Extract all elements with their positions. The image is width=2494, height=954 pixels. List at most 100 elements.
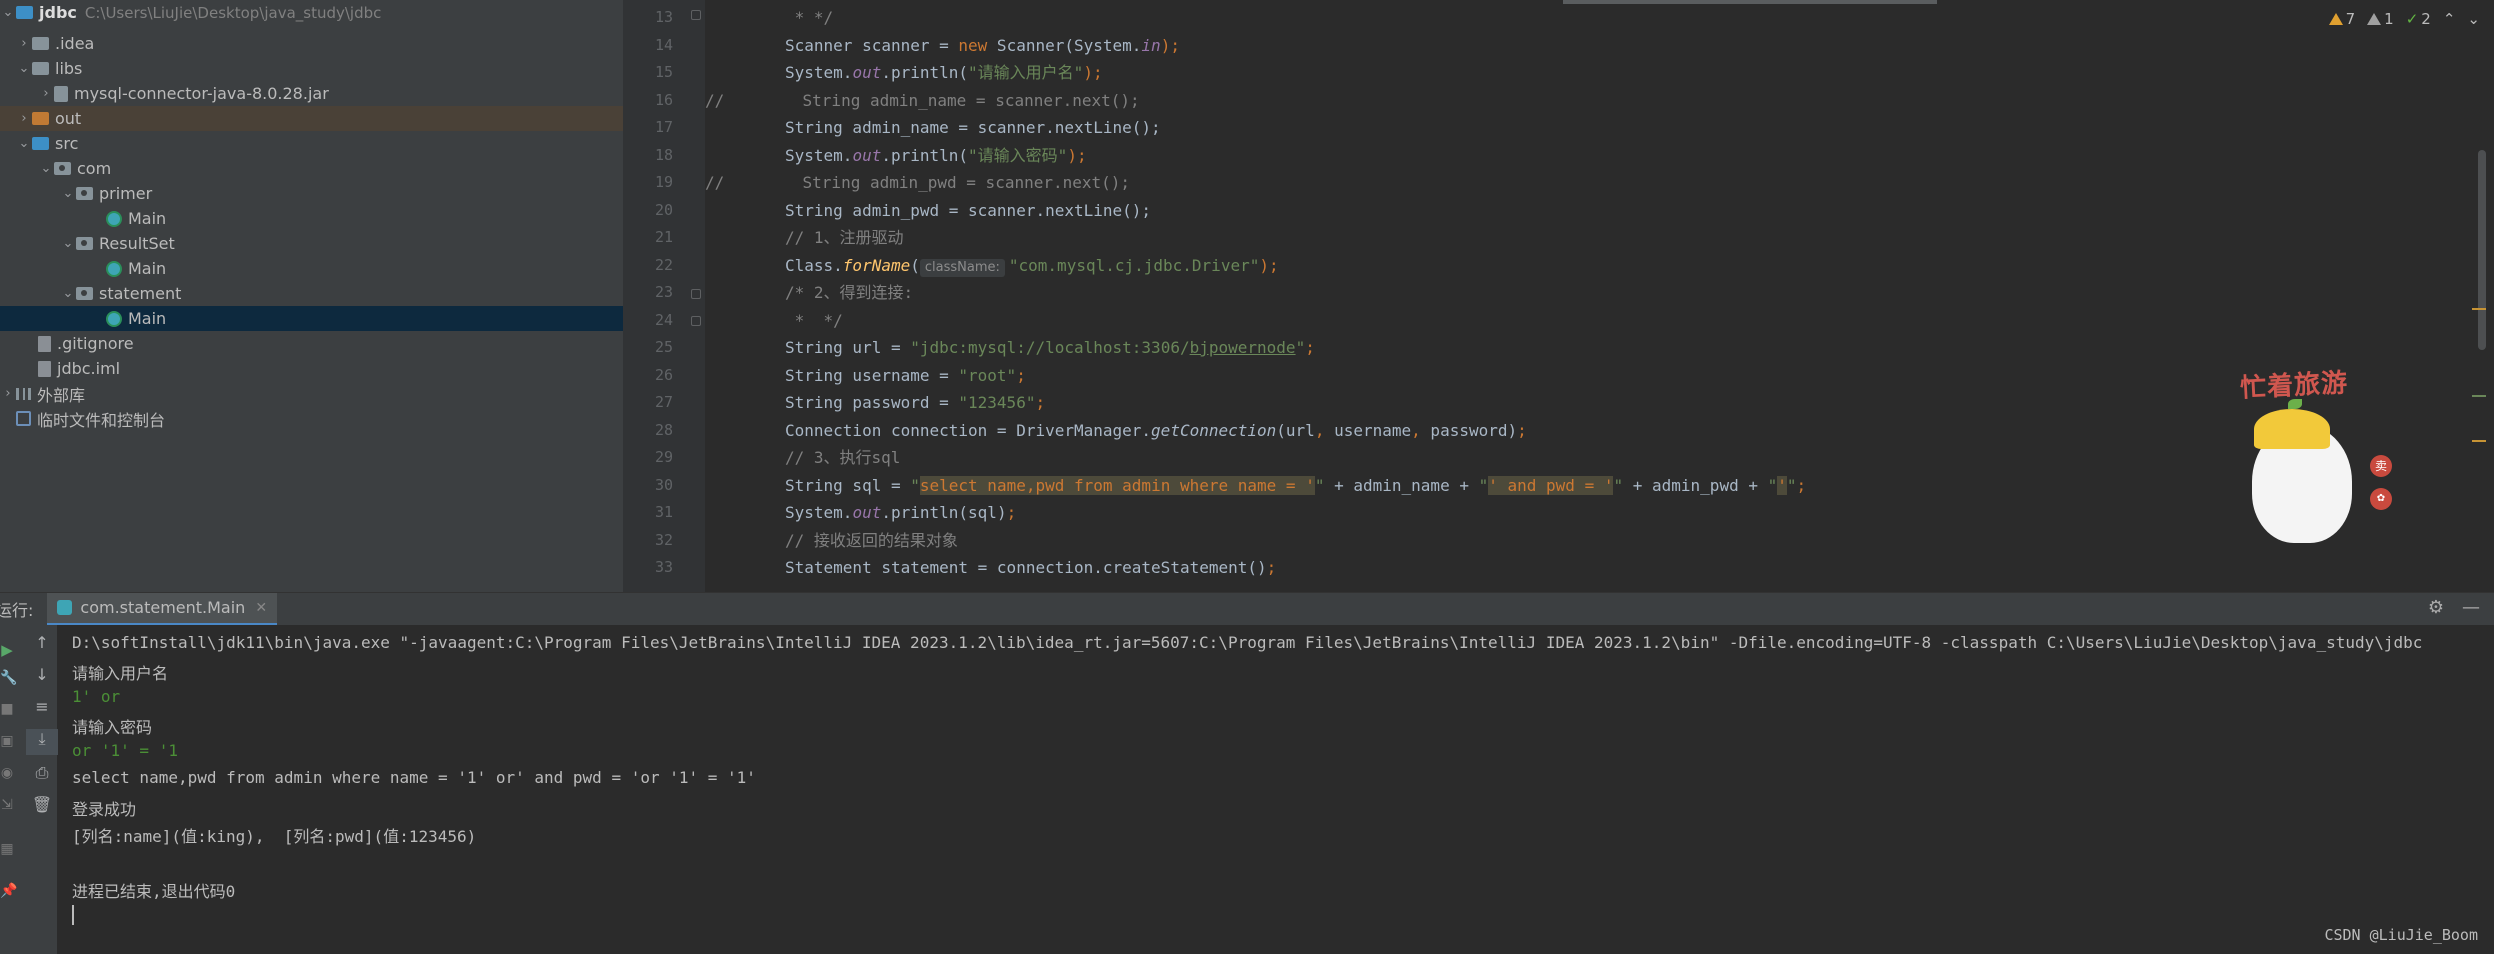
tree-item-statement-main[interactable]: Main: [0, 306, 623, 331]
vertical-scrollbar[interactable]: [2478, 150, 2486, 350]
typos-count[interactable]: ✓ 2: [2406, 10, 2431, 28]
tree-root[interactable]: ⌄ jdbc C:\Users\LiuJie\Desktop\java_stud…: [0, 0, 623, 25]
tree-item-label: 外部库: [37, 385, 86, 405]
tree-item-out[interactable]: › out: [0, 106, 623, 131]
minimize-icon[interactable]: —: [2462, 597, 2480, 618]
inspection-widget[interactable]: 7 1 ✓ 2 ⌃ ⌄: [2328, 10, 2480, 28]
tree-item-src[interactable]: ⌄ src: [0, 131, 623, 156]
code-line: // 3、执行sql: [785, 448, 901, 467]
tree-item-label: .gitignore: [57, 334, 134, 353]
line-number: 19: [654, 173, 673, 191]
tree-item-com[interactable]: ⌄ com: [0, 156, 623, 181]
pin-icon[interactable]: 📌: [0, 883, 17, 899]
debug-icon[interactable]: ▣: [0, 733, 14, 749]
chevron-down-icon[interactable]: ⌄: [0, 5, 16, 20]
scroll-to-end-icon[interactable]: ⤓: [26, 729, 58, 755]
console-output[interactable]: D:\softInstall\jdk11\bin\java.exe "-java…: [58, 625, 2494, 954]
tree-item-primer[interactable]: ⌄ primer: [0, 181, 623, 206]
horizontal-scrollbar[interactable]: [1563, 0, 1937, 4]
chevron-down-icon[interactable]: ⌄: [16, 136, 32, 151]
error-stripe-mark[interactable]: [2472, 440, 2486, 442]
chevron-right-icon[interactable]: ›: [38, 86, 54, 101]
tree-item-external-libs[interactable]: › 外部库: [0, 381, 623, 406]
library-icon: [16, 387, 31, 400]
error-stripe-mark[interactable]: [2472, 308, 2486, 310]
weak-warnings-count[interactable]: 1: [2367, 10, 2394, 28]
chevron-down-icon[interactable]: ⌄: [60, 236, 76, 251]
project-tree: ⌄ jdbc C:\Users\LiuJie\Desktop\java_stud…: [0, 0, 623, 592]
chevron-up-icon[interactable]: ⌃: [2443, 10, 2456, 28]
line-number: 22: [654, 256, 673, 274]
line-number: 17: [654, 118, 673, 136]
tree-item-label: primer: [99, 184, 153, 203]
tree-item-resultset[interactable]: ⌄ ResultSet: [0, 231, 623, 256]
chevron-right-icon[interactable]: ›: [16, 36, 32, 51]
camera-icon[interactable]: ◉: [0, 765, 14, 781]
line-number: 30: [654, 476, 673, 494]
chevron-down-icon[interactable]: ⌄: [38, 161, 54, 176]
stop-icon[interactable]: ■: [0, 701, 14, 717]
tree-item-label: libs: [55, 59, 83, 78]
print-icon[interactable]: ⎙: [26, 763, 58, 783]
code-line: String username = "root";: [785, 366, 1026, 385]
line-number: 14: [654, 36, 673, 54]
package-icon: [76, 237, 93, 250]
fold-marker-icon[interactable]: [691, 289, 701, 299]
warnings-count[interactable]: 7: [2328, 10, 2355, 28]
line-number: 29: [654, 448, 673, 466]
tree-item-libs[interactable]: ⌄ libs: [0, 56, 623, 81]
fold-marker-icon[interactable]: [691, 10, 701, 20]
code-line: Connection connection = DriverManager.ge…: [785, 421, 1527, 440]
tree-item-jar[interactable]: › mysql-connector-java-8.0.28.jar: [0, 81, 623, 106]
tree-item-label: Main: [128, 259, 167, 278]
tree-item-label: out: [55, 109, 82, 128]
trash-icon[interactable]: 🗑: [26, 795, 58, 814]
rerun-icon[interactable]: ▶: [0, 641, 14, 659]
java-class-icon: [106, 310, 122, 327]
tree-item-label: jdbc.iml: [57, 359, 121, 378]
fold-marker-icon[interactable]: [691, 316, 701, 326]
tree-item-primer-main[interactable]: Main: [0, 206, 623, 231]
gear-icon[interactable]: ⚙: [2428, 597, 2444, 618]
chevron-down-icon[interactable]: ⌄: [60, 286, 76, 301]
tree-item-label: .idea: [55, 34, 95, 53]
wrench-icon[interactable]: 🔧: [0, 670, 17, 686]
module-folder-icon: [16, 6, 33, 19]
code-line: // 接收返回的结果对象: [785, 531, 958, 550]
tree-item-iml[interactable]: jdbc.iml: [0, 356, 623, 381]
file-icon: [38, 360, 51, 377]
tree-item-gitignore[interactable]: .gitignore: [0, 331, 623, 356]
tree-item-idea[interactable]: › .idea: [0, 31, 623, 56]
tree-item-statement[interactable]: ⌄ statement: [0, 281, 623, 306]
login-icon[interactable]: ⇲: [0, 797, 14, 813]
close-icon[interactable]: ✕: [255, 600, 267, 616]
run-label: 运行:: [0, 601, 34, 620]
arrow-up-icon[interactable]: ↑: [26, 633, 58, 652]
code-line: Statement statement = connection.createS…: [785, 558, 1277, 577]
console-line: [列名:name](值:king), [列名:pwd](值:123456): [72, 827, 477, 846]
run-tab[interactable]: com.statement.Main ✕: [47, 592, 278, 626]
code-line: System.out.println("请输入用户名");: [785, 63, 1103, 82]
tree-item-resultset-main[interactable]: Main: [0, 256, 623, 281]
chevron-right-icon[interactable]: ›: [16, 111, 32, 126]
tree-item-scratches[interactable]: 临时文件和控制台: [0, 406, 623, 431]
tree-item-label: ResultSet: [99, 234, 175, 253]
layout-icon[interactable]: ▦: [0, 841, 14, 857]
chevron-down-icon[interactable]: ⌄: [60, 186, 76, 201]
tree-root-label: jdbc: [39, 3, 77, 22]
watermark: CSDN @LiuJie_Boom: [2324, 926, 2478, 944]
chevron-down-icon[interactable]: ⌄: [16, 61, 32, 76]
line-number: 31: [654, 503, 673, 521]
code-editor[interactable]: * */ Scanner scanner = new Scanner(Syste…: [705, 0, 2494, 592]
java-class-icon: [106, 260, 122, 277]
arrow-down-icon[interactable]: ↓: [26, 665, 58, 684]
chevron-down-icon[interactable]: ⌄: [2467, 10, 2480, 28]
line-number: 18: [654, 146, 673, 164]
code-line: // String admin_pwd = scanner.next();: [705, 173, 1131, 192]
soft-wrap-icon[interactable]: ≡: [26, 697, 58, 716]
console-line: 请输入用户名: [72, 664, 169, 683]
line-number: 13: [654, 8, 673, 26]
code-line: * */: [785, 8, 834, 27]
chevron-right-icon[interactable]: ›: [0, 386, 16, 401]
error-stripe-mark[interactable]: [2472, 395, 2486, 397]
